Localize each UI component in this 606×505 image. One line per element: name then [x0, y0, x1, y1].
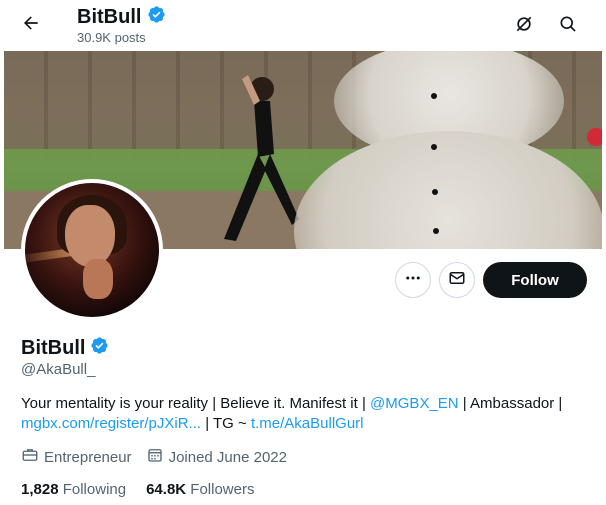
following-count: 1,828: [21, 481, 59, 498]
more-button[interactable]: [395, 262, 431, 298]
bio-text: | Ambassador |: [458, 395, 563, 412]
avatar[interactable]: [21, 179, 163, 321]
banner-red-ball: [587, 128, 602, 146]
followers-link[interactable]: 64.8K Followers: [146, 481, 254, 498]
post-count: 30.9K posts: [77, 30, 146, 45]
header-name: BitBull: [77, 6, 142, 28]
profession-item: Entrepreneur: [21, 446, 132, 468]
bio-telegram-link[interactable]: t.me/AkaBullGurl: [251, 415, 364, 432]
snowman-button: [431, 144, 437, 150]
slashed-circle-icon: [514, 14, 534, 39]
verified-badge-icon: [147, 5, 166, 29]
following-label: Following: [62, 481, 127, 498]
joined-label: Joined June 2022: [168, 448, 287, 466]
snowman-button: [432, 189, 438, 195]
followers-count: 64.8K: [146, 481, 187, 498]
search-button[interactable]: [551, 9, 585, 43]
profile-bio: Your mentality is your reality | Believe…: [21, 394, 581, 434]
bio-mention-link[interactable]: @MGBX_EN: [370, 395, 459, 412]
briefcase-icon: [21, 446, 39, 468]
profile-meta: Entrepreneur Joined June 2022: [21, 446, 301, 468]
followers-label: Followers: [190, 481, 255, 498]
verified-badge-icon[interactable]: [90, 336, 109, 360]
arrow-left-icon: [21, 13, 41, 38]
avatar-face: [65, 205, 115, 267]
profile-header: BitBull 30.9K posts: [0, 0, 606, 51]
bio-text: Your mentality is your reality | Believe…: [21, 395, 371, 412]
follow-stats: 1,828 Following 64.8K Followers: [21, 481, 274, 498]
avatar-hand: [83, 259, 113, 299]
header-title: BitBull: [77, 4, 166, 30]
profile-handle: @AkaBull_: [21, 361, 96, 378]
calendar-icon: [146, 446, 164, 468]
follow-button[interactable]: Follow: [483, 262, 587, 298]
bio-text: | TG ~: [201, 415, 251, 432]
back-button[interactable]: [14, 8, 48, 42]
search-icon: [558, 14, 578, 39]
snowman-button: [433, 228, 439, 234]
profile-name-row: BitBull: [21, 336, 109, 360]
monitor-button[interactable]: [507, 9, 541, 43]
banner-person: [224, 75, 299, 241]
more-icon: [404, 269, 422, 292]
bio-url-link[interactable]: mgbx.com/register/pJXiR...: [21, 415, 201, 432]
snowman-button: [431, 93, 437, 99]
profession-label: Entrepreneur: [44, 448, 132, 466]
message-button[interactable]: [439, 262, 475, 298]
joined-item: Joined June 2022: [146, 446, 287, 468]
following-link[interactable]: 1,828 Following: [21, 481, 126, 498]
profile-name: BitBull: [21, 337, 86, 359]
mail-icon: [448, 269, 466, 292]
